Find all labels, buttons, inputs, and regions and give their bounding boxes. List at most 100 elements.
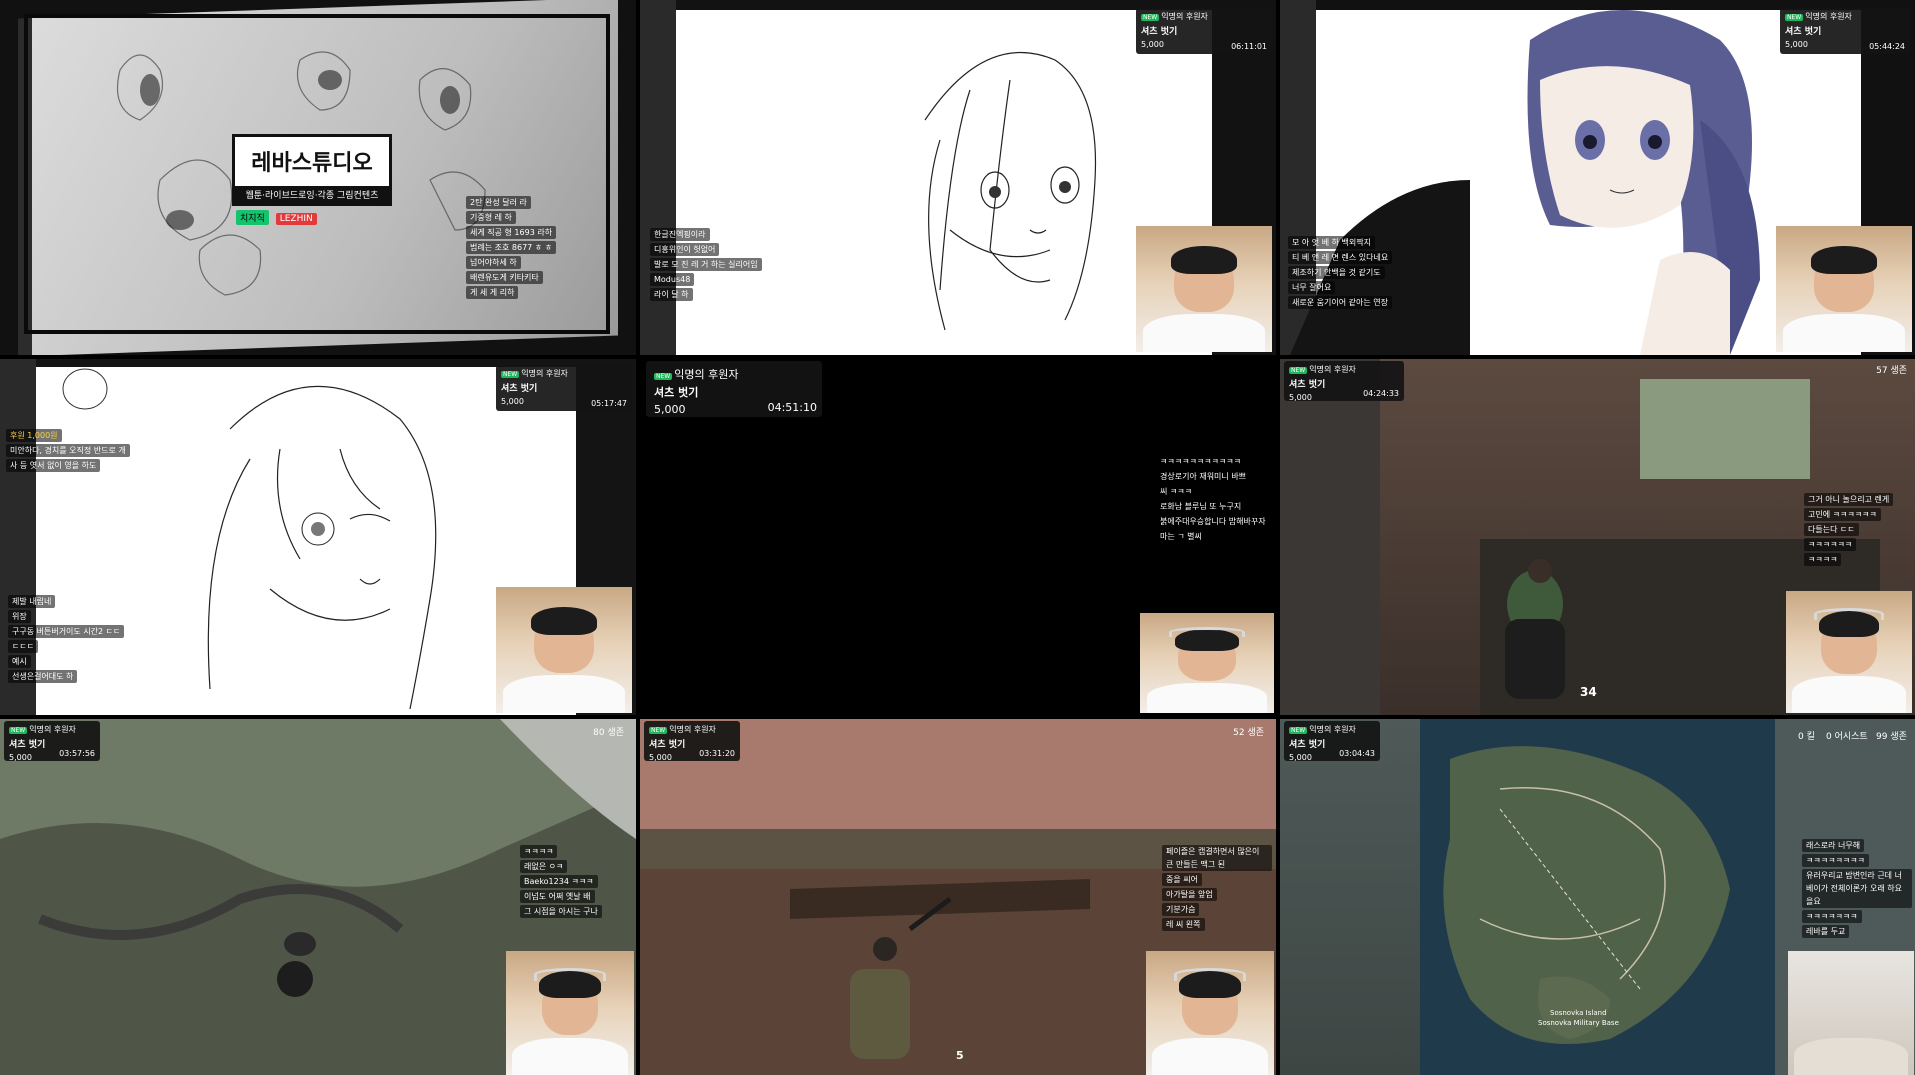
tile-studio-intro[interactable]: 레바스튜디오 웹툰·라이브드로잉·각종 그림컨텐츠 치지직 LEZHIN 2탄 …	[0, 0, 636, 355]
stream-timer: 04:24:33	[1363, 389, 1399, 398]
chat-message: 래스로라 너무해	[1802, 839, 1865, 852]
webcam-feed	[1788, 951, 1914, 1075]
chat-message: 래없은 ㅇㅋ	[520, 860, 568, 873]
lezhin-logo: LEZHIN	[275, 213, 317, 225]
chat-message: ㅋㅋㅋㅋ	[520, 845, 558, 858]
tile-drawing-wink[interactable]: NEW 익명의 후원자 셔츠 벗기 5,000 05:17:47 후원 1,000…	[0, 359, 636, 715]
chat-message: 그거 아니 놀으리고 렌게	[1804, 493, 1894, 506]
badge: NEW	[9, 727, 28, 734]
chat-message: 마는 ㄱ 별씨	[1156, 530, 1206, 543]
donor-title: 익명의 후원자	[29, 725, 76, 734]
chat-overlay: 페이즐은 캡결하면서 많은이 큰 만들든 맥그 된 중을 씨어 아가탈을 앞엄 …	[1162, 845, 1272, 933]
donation-overlay: NEW 익명의 후원자 셔츠 벗기 5,000 04:24:33	[1284, 361, 1404, 402]
tile-game-parachute[interactable]: NEW 익명의 후원자 셔츠 벗기 5,000 03:57:56 80 생존 ㅋㅋ…	[0, 719, 636, 1075]
donation-overlay: NEW 익명의 후원자 셔츠 벗기 5,000 04:51:10	[646, 361, 822, 417]
stream-timer: 03:04:43	[1339, 749, 1375, 758]
chat-message: Baeko1234 ㅋㅋㅋ	[520, 875, 598, 888]
chat-message: 기분가슴	[1162, 903, 1200, 916]
chat-message: 넘어야하세 하	[466, 256, 521, 269]
webcam-feed	[1146, 951, 1274, 1075]
chat-message: 제조하기 안백을 것 같기도	[1288, 266, 1385, 279]
stream-timer: 05:17:47	[591, 399, 627, 408]
chat-message: 로화남 블루님 또 누구지	[1156, 500, 1246, 513]
chat-message: 2탄 완성 달러 라	[466, 196, 531, 209]
chat-message: ㅋㅋㅋㅋㅋㅋ	[1804, 538, 1857, 551]
chat-message: 이넘도 어쩌 옛날 배	[520, 890, 595, 903]
donation-name: 셔츠 벗기	[654, 386, 699, 399]
ammo-counter: 34	[1580, 685, 1597, 699]
chat-message: 다들는다 ㄷㄷ	[1804, 523, 1859, 536]
tile-game-container[interactable]: NEW 익명의 후원자 셔츠 벗기 5,000 04:24:33 57 생존 34…	[1280, 359, 1915, 715]
tile-game-map[interactable]: Sosnovka Island Sosnovka Military Base N…	[1280, 719, 1915, 1075]
donation-overlay: NEW 익명의 후원자 셔츠 벗기 5,000 05:17:47	[496, 365, 632, 411]
tile-game-bridge[interactable]: NEW 익명의 후원자 셔츠 벗기 5,000 03:31:20 52 생존 5 …	[640, 719, 1276, 1075]
map-label: Sosnovka Military Base	[1538, 1019, 1619, 1027]
donor-title: 익명의 후원자	[669, 725, 716, 734]
donation-notice: 후원 1,000원 미안하다, 경치를 오직정 반드로 개 사 등 엿서 없이 …	[6, 429, 130, 474]
chat-message: 모 아 엇 베 하 백외짝지	[1288, 236, 1375, 249]
chat-message: 배렌유도게 키타키타	[466, 271, 543, 284]
webcam-feed	[1786, 591, 1912, 713]
donor-title: 익명의 후원자	[674, 368, 739, 381]
badge: NEW	[1289, 367, 1308, 374]
donor-title: 익명의 후원자	[521, 369, 568, 378]
tile-drawing-line-art[interactable]: NEW 익명의 후원자 셔츠 벗기 5,000 06:11:01 한글진엑핑이라 …	[640, 0, 1276, 355]
badge: NEW	[649, 727, 668, 734]
chat-message: ㅋㅋㅋㅋㅋㅋㅋㅋ	[1802, 854, 1869, 867]
donation-overlay: NEW 익명의 후원자 셔츠 벗기 5,000 03:31:20	[644, 721, 740, 762]
studio-title: 레바스튜디오	[251, 151, 373, 176]
donor-title: 익명의 후원자	[1161, 12, 1208, 21]
chat-message: ㅋㅋㅋㅋ	[1804, 553, 1842, 566]
webcam-feed	[1136, 226, 1272, 352]
donation-overlay: NEW 익명의 후원자 셔츠 벗기 5,000 05:44:24	[1780, 8, 1910, 54]
chat-message: ㅋㅋㅋㅋㅋㅋㅋ	[1802, 910, 1862, 923]
webcam-feed	[496, 587, 632, 713]
map-label: Sosnovka Island	[1550, 1009, 1607, 1017]
assist-counter: 0 어시스트	[1826, 732, 1868, 742]
chat-message: ㄷㄷㄷ	[8, 640, 39, 653]
studio-subtitle: 웹툰·라이브드로잉·각종 그림컨텐츠	[232, 186, 392, 206]
webcam-feed	[506, 951, 634, 1075]
stream-timer: 04:51:10	[767, 401, 817, 414]
alive-counter: 52 생존	[1233, 728, 1264, 738]
chat-message: 씨 ㅋㅋㅋ	[1156, 485, 1196, 498]
tile-drawing-colored[interactable]: NEW 익명의 후원자 셔츠 벗기 5,000 05:44:24 모 아 엇 베 …	[1280, 0, 1915, 355]
chat-message: 게 세 게 리하	[466, 286, 519, 299]
chat-message: 구구동 버튼버거이도 시간2 ㄷㄷ	[8, 625, 125, 638]
chat-message: 발로 모 진 레 거 하는 실리어임	[650, 258, 762, 271]
chat-message: 경상로기아 재워미니 바쁘	[1156, 470, 1251, 483]
chat-message: 새로운 움기이어 같아는 연장	[1288, 296, 1392, 309]
chat-message: 위장	[8, 610, 31, 623]
badge: NEW	[654, 373, 673, 380]
kill-counter: 0 킬	[1798, 732, 1815, 742]
donor-title: 익명의 후원자	[1309, 725, 1356, 734]
chat-message: 제발 내립네	[8, 595, 56, 608]
chat-message: 세게 직공 형 1693 라하	[466, 226, 557, 239]
donation-name: 셔츠 벗기	[501, 384, 538, 394]
chat-overlay: 그거 아니 놀으리고 렌게 고민에 ㅋㅋㅋㅋㅋㅋ 다들는다 ㄷㄷ ㅋㅋㅋㅋㅋㅋ …	[1804, 493, 1894, 568]
chat-overlay: ㅋㅋㅋㅋ 래없은 ㅇㅋ Baeko1234 ㅋㅋㅋ 이넘도 어쩌 옛날 배 그 …	[520, 845, 602, 920]
stream-timer: 03:57:56	[59, 749, 95, 758]
chat-message: 티 베 앤 레 면 렌스 있다네요	[1288, 251, 1393, 264]
chat-message: 유러우리교 밤변인라 근데 너 베이가 전체이론가 오래 하요 을요	[1802, 869, 1912, 908]
donation-overlay: NEW 익명의 후원자 셔츠 벗기 5,000 06:11:01	[1136, 8, 1272, 54]
chat-message: 아가탈을 앞엄	[1162, 888, 1217, 901]
chat-message: 라이 달 하	[650, 288, 693, 301]
chat-overlay: 모 아 엇 베 하 백외짝지 티 베 앤 레 면 렌스 있다네요 제조하기 안백…	[1288, 236, 1393, 311]
donor-title: 익명의 후원자	[1309, 365, 1356, 374]
chat-overlay: 제발 내립네 위장 구구동 버튼버거이도 시간2 ㄷㄷ ㄷㄷㄷ 예시 선생은걸어…	[8, 595, 125, 685]
alive-counter: 80 생존	[593, 728, 624, 738]
stream-timer: 06:11:01	[1231, 42, 1267, 51]
chat-overlay: 한글진엑핑이라 디홍위인이 헛없어 발로 모 진 레 거 하는 실리어임 Mod…	[650, 228, 762, 303]
badge: NEW	[1289, 727, 1308, 734]
chat-message: 선생은걸어대도 하	[8, 670, 78, 683]
alive-counter: 99 생존	[1876, 732, 1907, 742]
chat-message: 레 씨 왼쪽	[1162, 918, 1205, 931]
notice-line: 후원 1,000원	[6, 429, 62, 442]
badge: NEW	[1785, 14, 1804, 21]
tile-black-screen[interactable]: NEW 익명의 후원자 셔츠 벗기 5,000 04:51:10 ㅋㅋㅋㅋㅋㅋㅋㅋ…	[640, 359, 1276, 715]
stream-highlight-grid: 레바스튜디오 웹툰·라이브드로잉·각종 그림컨텐츠 치지직 LEZHIN 2탄 …	[0, 0, 1915, 1075]
chat-message: 범례는 조호 8677 ㅎ ㅎ	[466, 241, 557, 254]
chat-message: 페이즐은 캡결하면서 많은이 큰 만들든 맥그 된	[1162, 845, 1272, 871]
donation-name: 셔츠 벗기	[1785, 27, 1822, 37]
